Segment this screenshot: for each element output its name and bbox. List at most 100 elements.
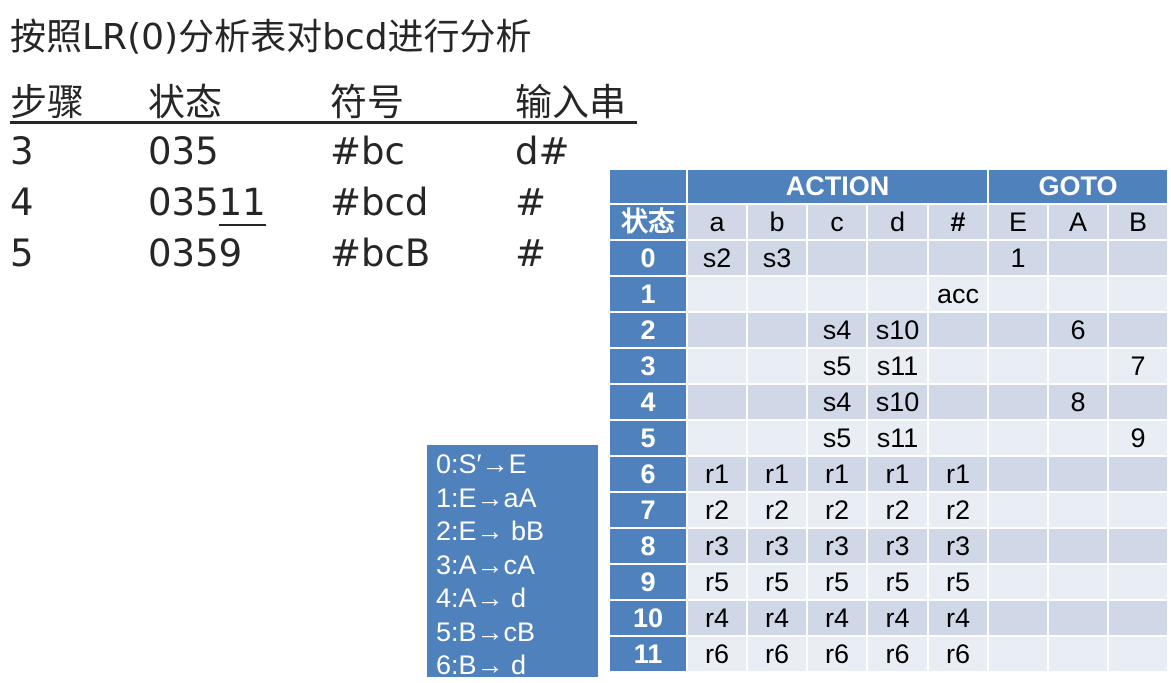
table-cell <box>686 383 748 421</box>
state-number: 8 <box>608 527 688 565</box>
table-cell: s11 <box>866 419 929 457</box>
table-cell: r3 <box>746 527 808 565</box>
table-cell: 9 <box>1107 419 1169 457</box>
table-cell <box>806 239 868 277</box>
table-cell <box>927 383 989 421</box>
table-cell <box>1107 635 1169 673</box>
table-cell: r6 <box>927 635 989 673</box>
state-number: 9 <box>608 563 688 601</box>
table-cell <box>1107 383 1169 421</box>
table-cell <box>987 491 1049 529</box>
table-cell <box>927 239 989 277</box>
production: 5:B→cB <box>436 616 536 647</box>
symbol-stack: #bc <box>330 130 405 173</box>
table-cell: r5 <box>746 563 808 601</box>
state-number: 7 <box>608 491 688 529</box>
table-cell <box>987 527 1049 565</box>
goto-header: GOTO <box>987 168 1169 205</box>
table-cell <box>987 455 1049 493</box>
table-cell <box>1107 563 1169 601</box>
table-cell <box>1047 275 1109 313</box>
table-cell <box>686 275 748 313</box>
state-stack-underlined: 11 <box>218 181 266 226</box>
table-cell: r2 <box>866 491 929 529</box>
production: 4:A→ d <box>436 583 527 613</box>
production: 2:E→ bB <box>436 516 545 546</box>
state-number: 11 <box>608 635 688 673</box>
table-cell <box>1107 275 1169 313</box>
table-cell: s4 <box>806 383 868 421</box>
production: 6:B→ d <box>436 650 527 680</box>
table-cell <box>746 347 808 385</box>
table-cell: acc <box>927 275 989 313</box>
table-cell <box>927 347 989 385</box>
state-number: 3 <box>608 347 688 385</box>
state-stack-main: 035 <box>148 181 219 224</box>
table-cell: 1 <box>987 239 1049 277</box>
table-cell <box>1047 419 1109 457</box>
table-cell <box>746 275 808 313</box>
step-number: 4 <box>10 181 34 224</box>
state-stack: 0359 <box>148 228 242 279</box>
table-cell <box>1047 527 1109 565</box>
table-row: 3 s5 s11 7 <box>608 347 1169 385</box>
table-row: 11 r6 r6 r6 r6 r6 <box>608 635 1169 673</box>
table-cell: r1 <box>866 455 929 493</box>
table-cell: r1 <box>806 455 868 493</box>
table-cell: s11 <box>866 347 929 385</box>
table-cell <box>686 419 748 457</box>
table-cell: r6 <box>806 635 868 673</box>
column-header-d: d <box>866 203 929 241</box>
action-header: ACTION <box>686 168 989 205</box>
symbol-stack: #bcd <box>330 181 429 224</box>
table-row: 1 acc <box>608 275 1169 313</box>
table-cell: r4 <box>866 599 929 637</box>
symbol-stack: #bcB <box>330 232 431 275</box>
table-cell <box>746 311 808 349</box>
table-cell: s3 <box>746 239 808 277</box>
table-row: 9 r5 r5 r5 r5 r5 <box>608 563 1169 601</box>
state-number: 2 <box>608 311 688 349</box>
table-cell <box>1047 239 1109 277</box>
table-cell: 8 <box>1047 383 1109 421</box>
table-cell <box>1107 527 1169 565</box>
state-number: 10 <box>608 599 688 637</box>
state-stack: 035 <box>148 126 219 177</box>
column-header-E: E <box>987 203 1049 241</box>
table-cell: s4 <box>806 311 868 349</box>
table-cell: r3 <box>806 527 868 565</box>
lr0-parse-table: ACTION GOTO 状态 a b c d # E A B 0 s2 s3 1 1 ac… <box>608 168 1169 673</box>
table-cell: r3 <box>866 527 929 565</box>
table-cell: r1 <box>686 455 748 493</box>
table-cell: s2 <box>686 239 748 277</box>
state-stack: 03511 <box>148 177 266 228</box>
column-header-end: # <box>927 203 989 241</box>
state-column-header: 状态 <box>608 203 688 241</box>
table-cell: r4 <box>686 599 748 637</box>
step-number: 5 <box>10 232 34 275</box>
table-cell <box>1047 635 1109 673</box>
table-row: 6 r1 r1 r1 r1 r1 <box>608 455 1169 493</box>
production: 0:S′→E <box>436 449 527 479</box>
slide-title: 按照LR(0)分析表对bcd进行分析 <box>10 17 532 58</box>
table-cell <box>1107 455 1169 493</box>
table-cell <box>1107 239 1169 277</box>
table-cell <box>987 599 1049 637</box>
column-header-A: A <box>1047 203 1109 241</box>
state-number: 0 <box>608 239 688 277</box>
table-cell <box>1107 599 1169 637</box>
table-cell <box>1047 599 1109 637</box>
table-cell: s10 <box>866 311 929 349</box>
table-row: 2 s4 s10 6 <box>608 311 1169 349</box>
table-row: 5 s5 s11 9 <box>608 419 1169 457</box>
state-number: 4 <box>608 383 688 421</box>
table-cell: r3 <box>927 527 989 565</box>
table-cell: r4 <box>746 599 808 637</box>
table-cell <box>1107 311 1169 349</box>
table-cell: r5 <box>866 563 929 601</box>
table-cell: r5 <box>686 563 748 601</box>
table-cell <box>1047 347 1109 385</box>
state-stack-main: 0359 <box>148 232 243 275</box>
table-cell <box>746 419 808 457</box>
table-cell <box>1107 491 1169 529</box>
